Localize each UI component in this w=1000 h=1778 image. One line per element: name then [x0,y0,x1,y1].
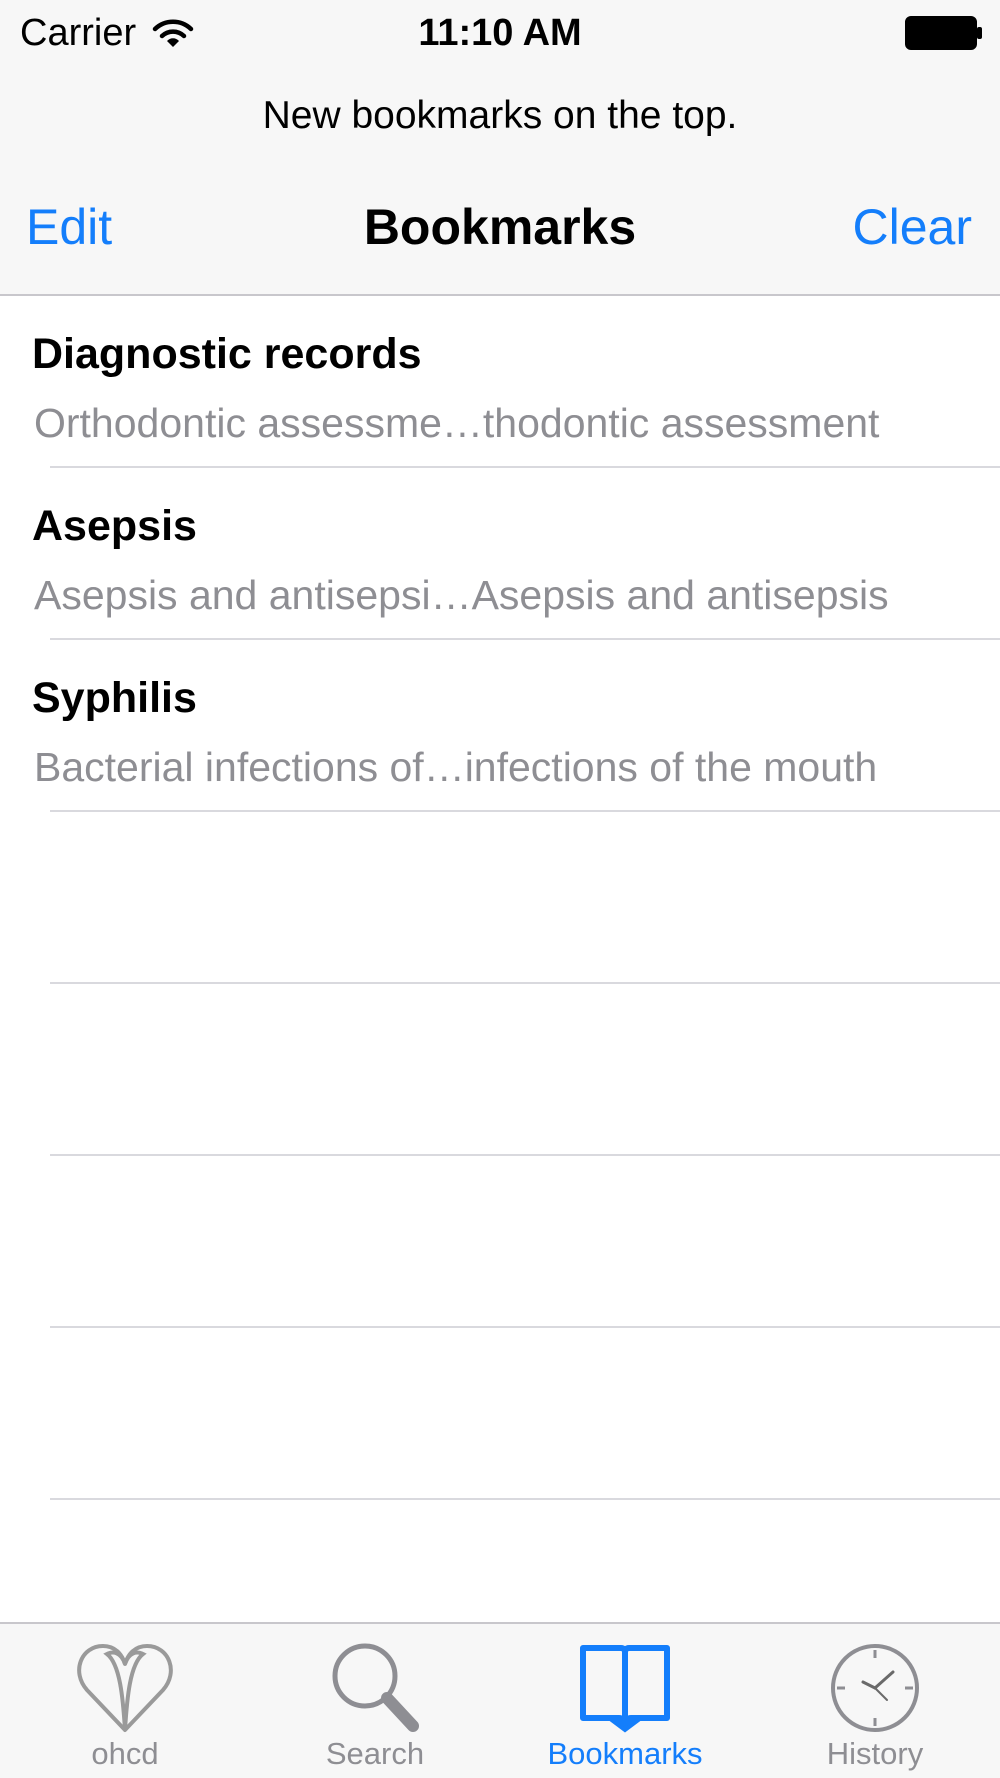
book-icon [580,1645,670,1733]
clock-icon [831,1644,919,1732]
app-screen: Carrier 11:10 AM New bookmarks on the to… [0,0,1000,1778]
heart-icon [77,1644,173,1732]
tab-bar: ohcd Search Bookmarks History [0,1622,1000,1778]
page-title: Bookmarks [363,199,637,255]
tab-ohcd[interactable]: ohcd [0,1624,250,1778]
bookmark-title: Asepsis [32,502,197,550]
clear-button[interactable]: Clear [853,198,972,256]
edit-button[interactable]: Edit [26,198,112,256]
tab-bookmarks[interactable]: Bookmarks [500,1624,750,1778]
tab-label: Bookmarks [547,1736,703,1771]
bookmark-row[interactable]: Syphilis Bacterial infections of…infecti… [0,640,1000,812]
bookmark-row[interactable]: Diagnostic records Orthodontic assessme…… [0,296,1000,468]
battery-icon [905,16,982,50]
bookmark-subtitle: Orthodontic assessme…thodontic assessmen… [34,400,880,446]
status-time: 11:10 AM [418,12,582,54]
empty-row [0,1156,1000,1328]
navigation-bar: Edit Bookmarks Clear [0,190,1000,280]
row-separator [50,1498,1000,1500]
empty-row [0,812,1000,984]
bookmark-row[interactable]: Asepsis Asepsis and antisepsi…Asepsis an… [0,468,1000,640]
top-chrome: Carrier 11:10 AM New bookmarks on the to… [0,0,1000,296]
bookmark-title: Syphilis [32,674,197,722]
empty-row [0,984,1000,1156]
bookmarks-table: Diagnostic records Orthodontic assessme…… [0,296,1000,1622]
bookmark-subtitle: Asepsis and antisepsi…Asepsis and antise… [34,572,889,618]
bookmark-subtitle: Bacterial infections of…infections of th… [34,744,878,790]
tab-label: Search [325,1736,425,1771]
bookmarks-prompt: New bookmarks on the top. [262,94,738,137]
tab-label: ohcd [91,1736,159,1771]
status-bar: Carrier 11:10 AM [0,0,1000,68]
empty-row [0,1328,1000,1500]
tab-search[interactable]: Search [250,1624,500,1778]
tab-history[interactable]: History [750,1624,1000,1778]
bookmark-title: Diagnostic records [32,330,422,378]
search-icon [332,1643,419,1732]
tab-label: History [826,1736,924,1771]
